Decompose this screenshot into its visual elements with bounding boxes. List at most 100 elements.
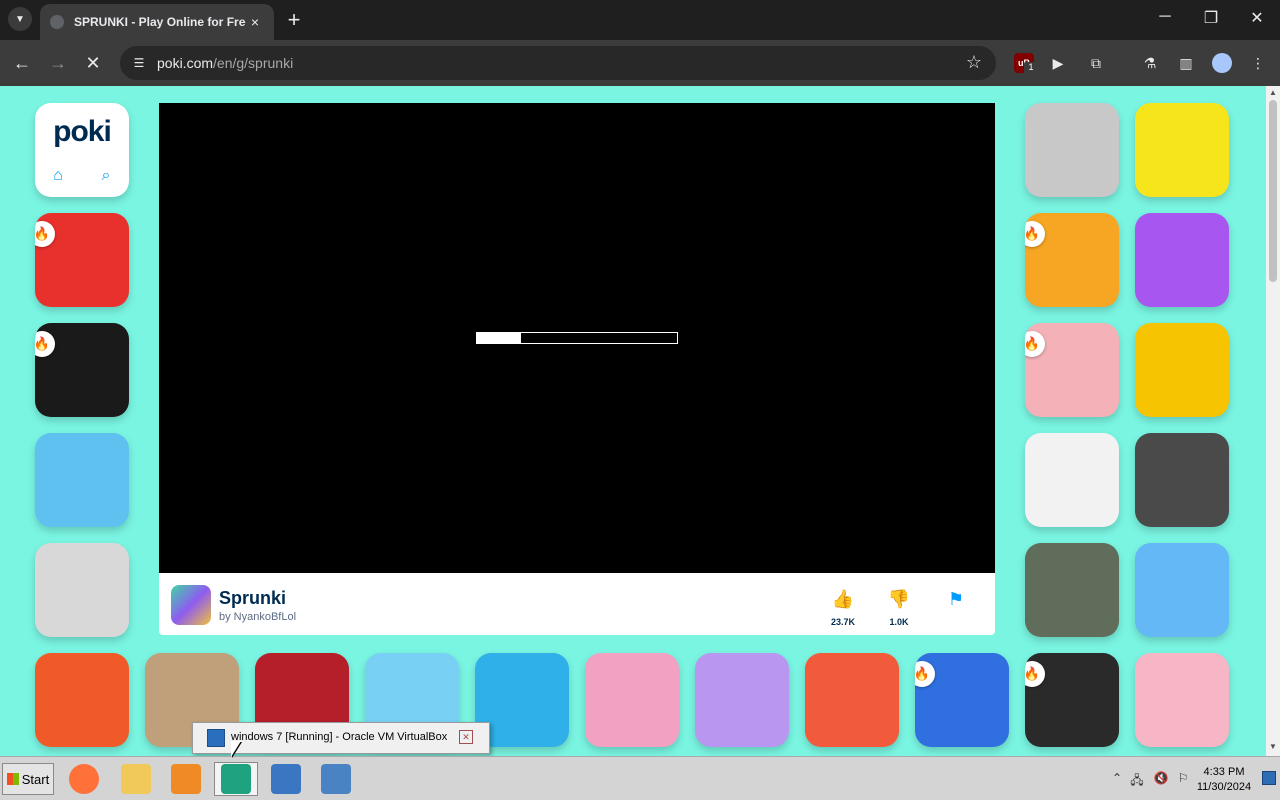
clock-time: 4:33 PM bbox=[1203, 766, 1245, 778]
site-info-icon[interactable]: ☰ bbox=[130, 54, 148, 72]
game-author: by NyankoBfLol bbox=[219, 611, 297, 623]
game-info-bar: Sprunki by NyankoBfLol 👍 23.7K 👎 1.0K ⚑ bbox=[159, 573, 995, 635]
url-domain: poki.com bbox=[157, 55, 214, 71]
loading-progress-bar bbox=[476, 332, 678, 344]
search-icon[interactable]: ⌕ bbox=[95, 167, 117, 189]
browser-tabbar: ▼ SPRUNKI - Play Online for Free × + ─ ❐… bbox=[0, 0, 1280, 40]
menu-kebab-icon[interactable]: ⋮ bbox=[1248, 53, 1268, 73]
dislike-icon[interactable]: 👎 bbox=[879, 589, 919, 610]
game-thumbnail bbox=[171, 585, 211, 625]
game-title: Sprunki bbox=[219, 588, 287, 608]
windows7-icon bbox=[321, 764, 351, 794]
browser-icon bbox=[221, 764, 251, 794]
taskbar-media-player-button[interactable] bbox=[164, 762, 208, 796]
taskbar-virtualbox-button[interactable] bbox=[264, 762, 308, 796]
hot-flame-icon: 🔥 bbox=[915, 661, 935, 687]
close-window-icon[interactable]: ✕ bbox=[1242, 8, 1272, 28]
side-panel-icon[interactable]: ▥ bbox=[1176, 53, 1196, 73]
loading-progress-fill bbox=[477, 333, 521, 343]
game-tile-right-3[interactable] bbox=[1135, 213, 1229, 307]
page-scrollbar[interactable]: ▲ ▼ bbox=[1266, 86, 1280, 756]
firefox-icon bbox=[69, 764, 99, 794]
volume-muted-icon[interactable]: 🔇 bbox=[1152, 771, 1170, 785]
media-extension-icon[interactable]: ▶ bbox=[1048, 53, 1068, 73]
hot-flame-icon: 🔥 bbox=[35, 221, 55, 247]
taskbar-browser-button[interactable] bbox=[214, 762, 258, 796]
labs-flask-icon[interactable]: ⚗ bbox=[1140, 53, 1160, 73]
browser-toolbar: ← → ✕ ☰ poki.com/en/g/sprunki ☆ uB ▶ ⧉ ⚗… bbox=[0, 40, 1280, 86]
game-canvas[interactable] bbox=[159, 103, 995, 573]
game-tile-bottom-7[interactable] bbox=[805, 653, 899, 747]
media-player-icon bbox=[171, 764, 201, 794]
game-tile-right-2[interactable]: 🔥 bbox=[1025, 213, 1119, 307]
home-icon[interactable]: ⌂ bbox=[47, 167, 69, 189]
game-tile-right-0[interactable] bbox=[1025, 103, 1119, 197]
new-tab-button[interactable]: + bbox=[282, 8, 306, 32]
back-icon[interactable]: ← bbox=[10, 51, 34, 75]
game-tile-bottom-9[interactable]: 🔥 bbox=[1025, 653, 1119, 747]
minimize-icon[interactable]: ─ bbox=[1150, 8, 1180, 26]
profile-avatar[interactable] bbox=[1212, 53, 1232, 73]
extensions-puzzle-icon[interactable]: ⧉ bbox=[1086, 53, 1106, 73]
url-path: /en/g/sprunki bbox=[213, 55, 294, 71]
game-tile-bottom-10[interactable] bbox=[1135, 653, 1229, 747]
game-tile-right-5[interactable] bbox=[1135, 323, 1229, 417]
virtualbox-icon bbox=[207, 729, 225, 747]
bookmark-star-icon[interactable]: ☆ bbox=[966, 52, 982, 73]
scroll-down-icon[interactable]: ▼ bbox=[1266, 742, 1280, 754]
forward-icon[interactable]: → bbox=[46, 51, 70, 75]
action-center-flag-icon[interactable]: ⚐ bbox=[1174, 771, 1192, 785]
game-tile-left-3[interactable] bbox=[35, 543, 129, 637]
windows-taskbar: Start ⌃ 🖧 🔇 ⚐ 4:33 PM 11/30/2024 bbox=[0, 756, 1280, 800]
hot-flame-icon: 🔥 bbox=[1025, 221, 1045, 247]
hot-flame-icon: 🔥 bbox=[1025, 661, 1045, 687]
game-tile-bottom-6[interactable] bbox=[695, 653, 789, 747]
game-tile-bottom-0[interactable] bbox=[35, 653, 129, 747]
browser-tab-sprunki[interactable]: SPRUNKI - Play Online for Free × bbox=[40, 4, 274, 40]
taskbar-clock[interactable]: 4:33 PM 11/30/2024 bbox=[1196, 765, 1252, 795]
game-tile-bottom-5[interactable] bbox=[585, 653, 679, 747]
game-tile-right-9[interactable] bbox=[1135, 543, 1229, 637]
maximize-icon[interactable]: ❐ bbox=[1196, 8, 1226, 28]
likes-count: 23.7K bbox=[830, 617, 856, 627]
show-desktop-icon[interactable] bbox=[1262, 771, 1276, 785]
game-tile-right-8[interactable] bbox=[1025, 543, 1119, 637]
taskbar-firefox-button[interactable] bbox=[62, 762, 106, 796]
poki-logo[interactable]: poki bbox=[35, 115, 129, 149]
tab-title: SPRUNKI - Play Online for Free bbox=[74, 15, 246, 29]
poki-page: poki ⌂ ⌕ Sprunki by NyankoBfLol 👍 23.7K … bbox=[0, 86, 1266, 756]
clock-date: 11/30/2024 bbox=[1196, 781, 1252, 793]
url-text[interactable]: poki.com/en/g/sprunki bbox=[157, 55, 293, 71]
game-tile-left-0[interactable]: 🔥 bbox=[35, 213, 129, 307]
virtualbox-icon bbox=[271, 764, 301, 794]
tab-search-chevron-icon[interactable]: ▼ bbox=[8, 7, 32, 31]
game-tile-bottom-8[interactable]: 🔥 bbox=[915, 653, 1009, 747]
taskbar-windows7-button[interactable] bbox=[314, 762, 358, 796]
virtualbox-tooltip-text: windows 7 [Running] - Oracle VM VirtualB… bbox=[231, 731, 448, 743]
scroll-up-icon[interactable]: ▲ bbox=[1266, 88, 1280, 100]
game-tile-right-4[interactable]: 🔥 bbox=[1025, 323, 1119, 417]
ublock-count-badge: 1 bbox=[1024, 62, 1038, 74]
report-flag-icon[interactable]: ⚑ bbox=[936, 589, 976, 610]
dislikes-count: 1.0K bbox=[889, 617, 909, 627]
game-tile-right-7[interactable] bbox=[1135, 433, 1229, 527]
start-button[interactable]: Start bbox=[2, 763, 54, 795]
tray-expand-icon[interactable]: ⌃ bbox=[1108, 771, 1126, 785]
game-tile-right-1[interactable] bbox=[1135, 103, 1229, 197]
scroll-thumb[interactable] bbox=[1269, 100, 1277, 282]
like-icon[interactable]: 👍 bbox=[823, 589, 863, 610]
close-preview-icon[interactable]: ✕ bbox=[459, 730, 473, 744]
game-tile-right-6[interactable] bbox=[1025, 433, 1119, 527]
start-label: Start bbox=[21, 771, 50, 787]
stop-loading-icon[interactable]: ✕ bbox=[81, 51, 105, 75]
taskbar-explorer-button[interactable] bbox=[114, 762, 158, 796]
windows-flag-icon bbox=[6, 773, 19, 785]
address-bar[interactable]: ☰ poki.com/en/g/sprunki ☆ bbox=[120, 46, 996, 80]
game-tile-left-1[interactable]: 🔥 bbox=[35, 323, 129, 417]
network-icon[interactable]: 🖧 bbox=[1128, 771, 1146, 792]
tab-favicon-icon bbox=[50, 15, 64, 29]
game-tile-left-2[interactable] bbox=[35, 433, 129, 527]
tab-close-icon[interactable]: × bbox=[246, 14, 264, 30]
hot-flame-icon: 🔥 bbox=[35, 331, 55, 357]
poki-logo-tile[interactable]: poki ⌂ ⌕ bbox=[35, 103, 129, 197]
